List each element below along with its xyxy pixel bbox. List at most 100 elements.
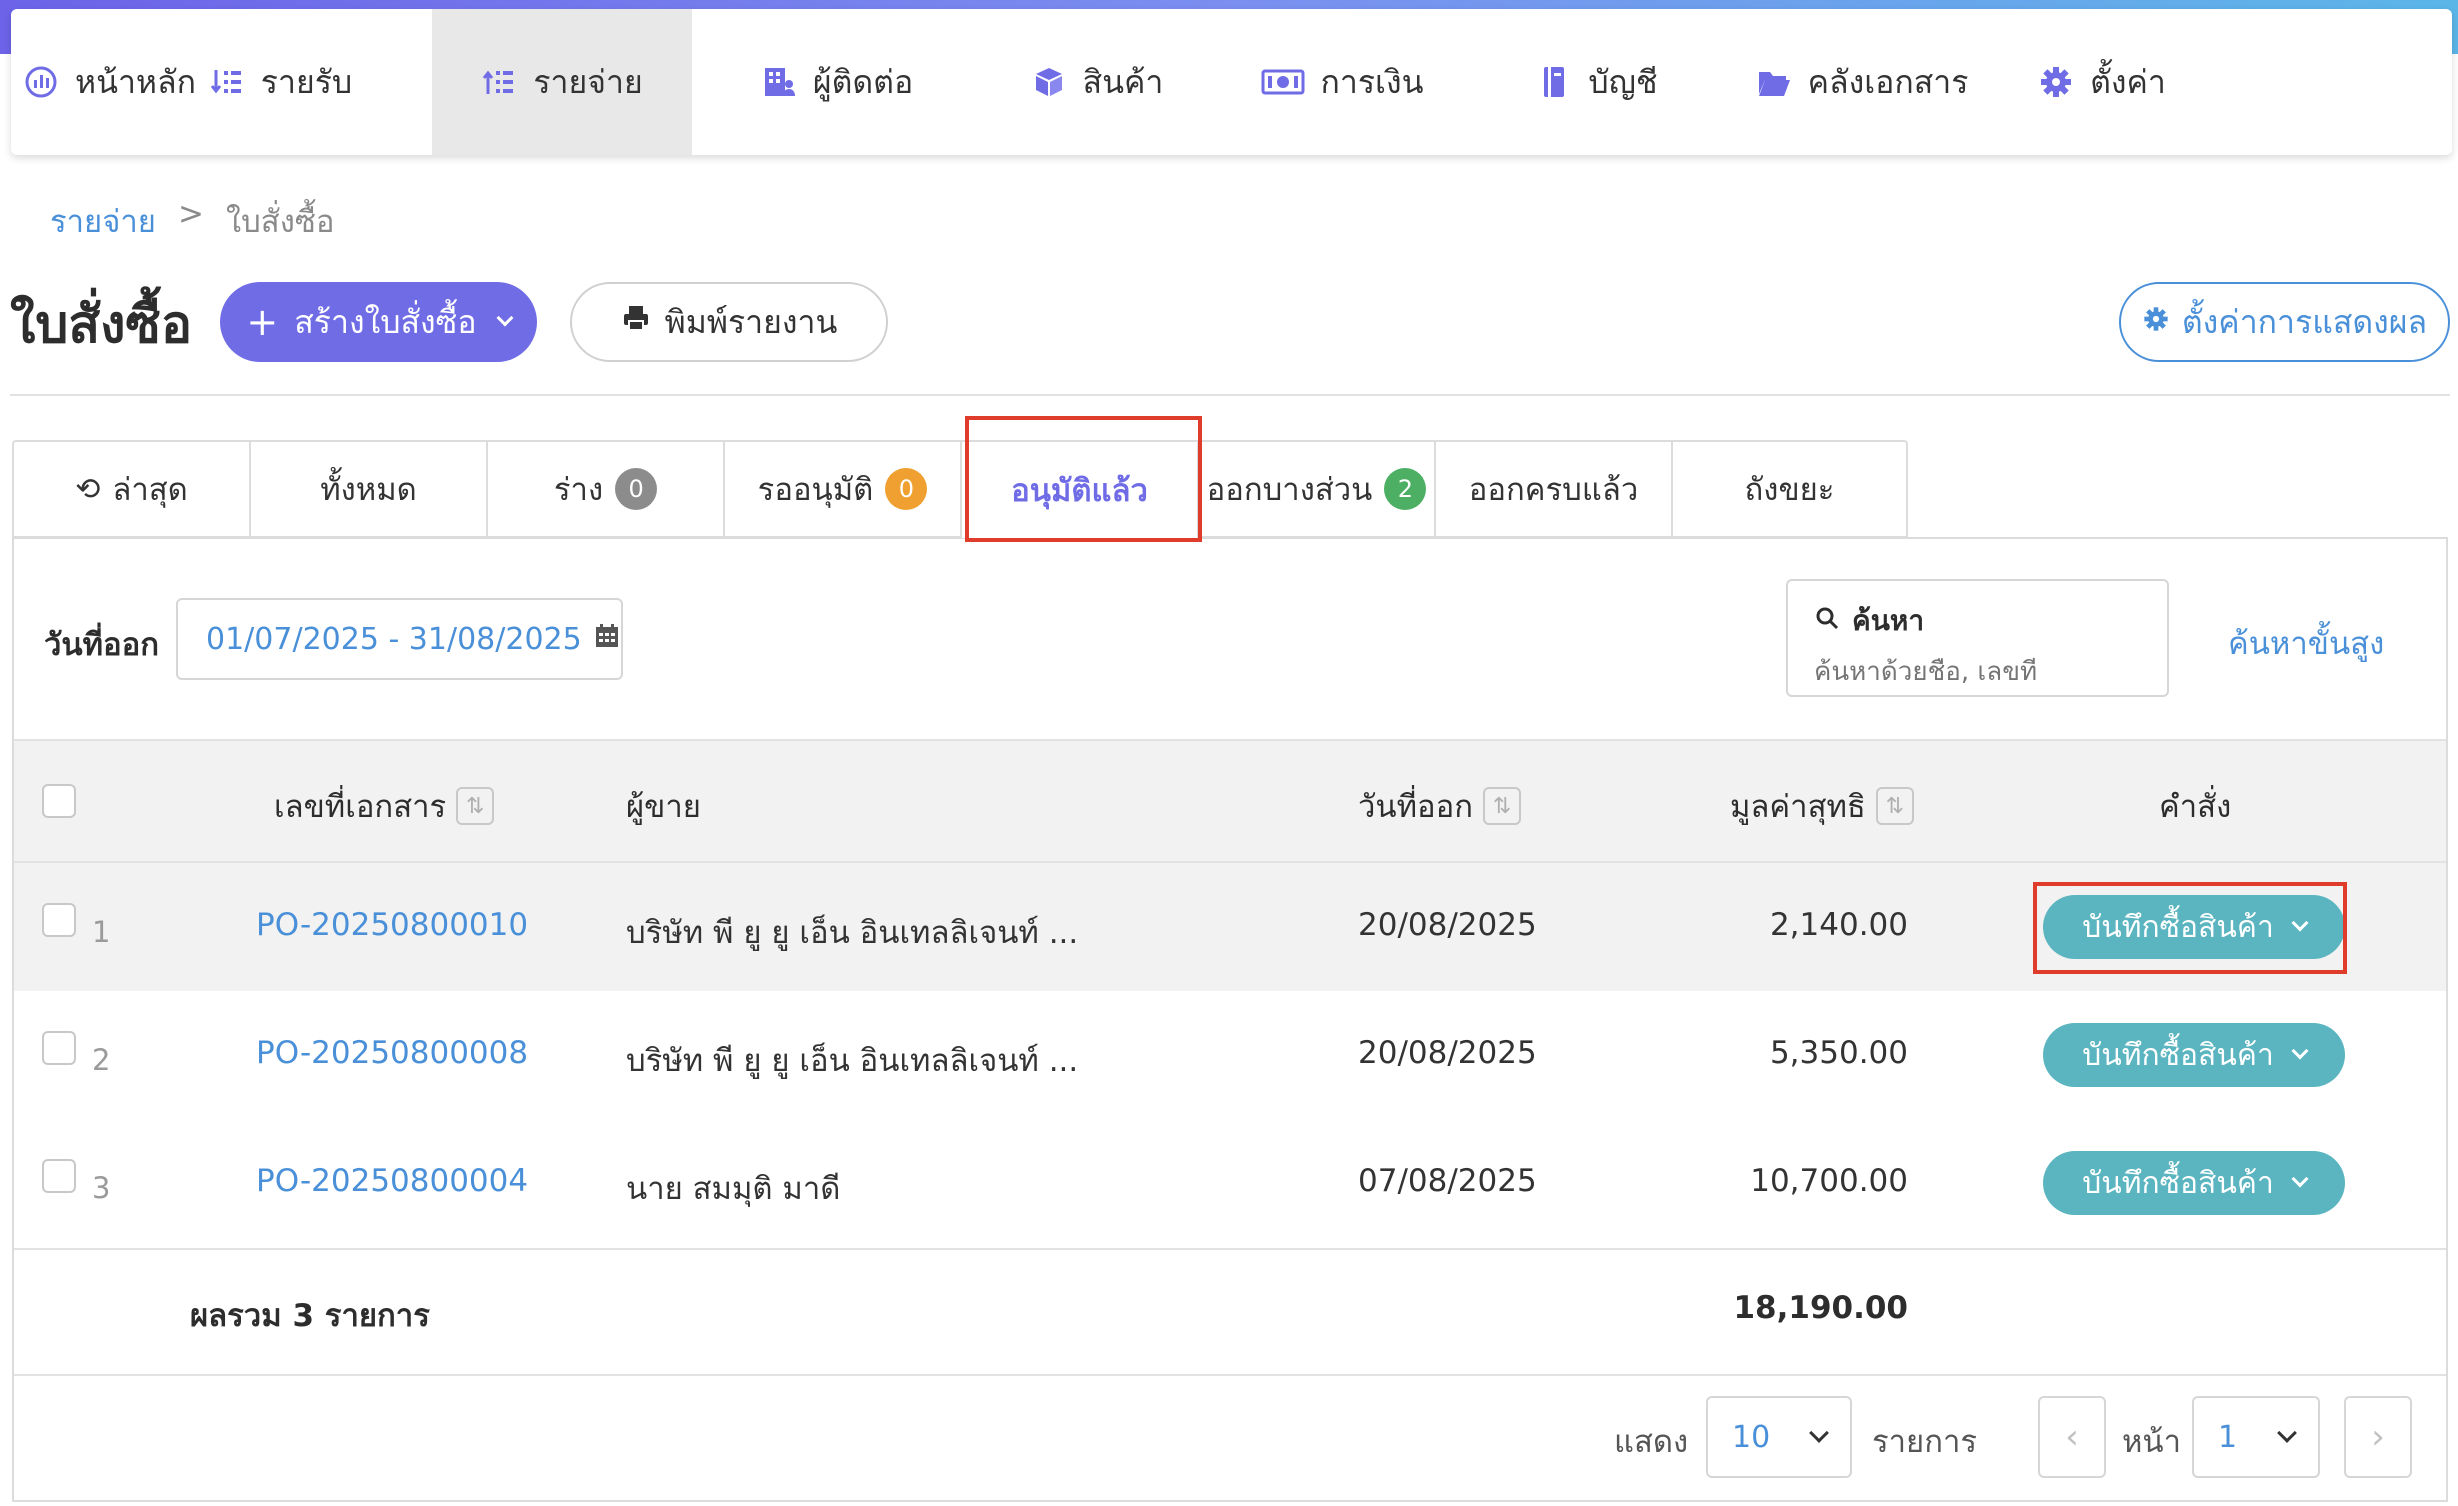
- table-row[interactable]: 2 PO-20250800008 บริษัท พี ยู ยู เอ็น อิ…: [14, 991, 2446, 1119]
- nav-item-label: การเงิน: [1320, 62, 1424, 101]
- search-icon: [1814, 605, 1840, 638]
- column-header-net-value[interactable]: มูลค่าสุทธิ ⇅: [1730, 781, 1914, 831]
- chevron-down-icon: [2291, 1042, 2309, 1060]
- expense-list-icon: [481, 64, 517, 100]
- page-size-value: 10: [1732, 1419, 1771, 1455]
- issue-date: 20/08/2025: [1358, 907, 1537, 943]
- search-label: ค้นหา: [1852, 604, 1925, 637]
- sort-icon[interactable]: ⇅: [456, 787, 495, 825]
- nav-item-documents[interactable]: คลังเอกสาร: [1722, 9, 2002, 155]
- items-label: รายการ: [1872, 1424, 1978, 1460]
- tab-label: ออกครบแล้ว: [1468, 472, 1639, 508]
- column-label: วันที่ออก: [1358, 789, 1474, 825]
- print-report-button[interactable]: พิมพ์รายงาน: [570, 282, 888, 362]
- tab-label: อนุมัติแล้ว: [1011, 473, 1148, 509]
- nav-item-contacts[interactable]: ผู้ติดต่อ: [692, 9, 982, 155]
- column-header-vendor: ผู้ขาย: [626, 781, 701, 831]
- tab-label: ถังขยะ: [1744, 472, 1835, 508]
- record-purchase-label: บันทึกซื้อสินค้า: [2082, 909, 2274, 945]
- tab-label: รออนุมัติ: [757, 472, 874, 508]
- prev-page-button[interactable]: ‹: [2038, 1396, 2106, 1478]
- table-row[interactable]: 1 PO-20250800010 บริษัท พี ยู ยู เอ็น อิ…: [14, 863, 2446, 991]
- search-box: ค้นหา: [1786, 579, 2169, 697]
- advanced-search-link[interactable]: ค้นหาขั้นสูง: [2228, 618, 2384, 668]
- table-header: เลขที่เอกสาร ⇅ ผู้ขาย วันที่ออก ⇅ มูลค่า…: [14, 739, 2446, 863]
- folder-open-icon: [1756, 64, 1792, 100]
- breadcrumb-current: ใบสั่งซื้อ: [225, 204, 335, 240]
- nav-item-home[interactable]: หน้าหลัก: [11, 9, 208, 155]
- net-value: 2,140.00: [1769, 907, 1908, 943]
- search-input[interactable]: [1814, 657, 2144, 687]
- header-divider: [10, 394, 2450, 396]
- nav-item-label: รายจ่าย: [533, 62, 643, 101]
- ledger-book-icon: [1536, 64, 1572, 100]
- sort-icon[interactable]: ⇅: [1483, 787, 1522, 825]
- tab-fully-issued[interactable]: ออกครบแล้ว: [1434, 440, 1671, 538]
- tab-approved[interactable]: อนุมัติแล้ว: [960, 440, 1197, 538]
- nav-item-expense[interactable]: รายจ่าย: [432, 9, 692, 155]
- doc-no-link[interactable]: PO-20250800008: [256, 1035, 528, 1071]
- search-label-row: ค้นหา: [1814, 599, 2141, 643]
- count-badge: 0: [885, 468, 928, 510]
- record-purchase-button[interactable]: บันทึกซื้อสินค้า: [2043, 1023, 2345, 1087]
- nav-item-finance[interactable]: การเงิน: [1212, 9, 1472, 155]
- nav-item-settings[interactable]: ตั้งค่า: [2002, 9, 2202, 155]
- create-po-button[interactable]: + สร้างใบสั่งซื้อ: [220, 282, 537, 362]
- tab-label: ร่าง: [553, 472, 604, 508]
- row-index: 3: [92, 1171, 111, 1205]
- doc-no-link[interactable]: PO-20250800004: [256, 1163, 528, 1199]
- tab-partially-issued[interactable]: ออกบางส่วน 2: [1197, 440, 1434, 538]
- gear-icon: [2142, 303, 2170, 341]
- vendor-name: บริษัท พี ยู ยู เอ็น อินเทลลิเจนท์ ...: [626, 915, 1079, 951]
- date-range-picker[interactable]: 01/07/2025 - 31/08/2025: [176, 598, 623, 680]
- row-checkbox[interactable]: [42, 1031, 76, 1065]
- page-select[interactable]: 1: [2192, 1396, 2320, 1478]
- history-icon: ⟲: [75, 471, 101, 507]
- chevron-down-icon: [2291, 1170, 2309, 1188]
- sort-icon[interactable]: ⇅: [1875, 787, 1914, 825]
- record-purchase-button[interactable]: บันทึกซื้อสินค้า: [2043, 1151, 2345, 1215]
- total-value: 18,190.00: [1733, 1290, 1908, 1326]
- main-navbar: หน้าหลัก รายรับ รายจ่าย ผู้ติดต่อ สินค้า…: [11, 9, 2452, 155]
- table-row[interactable]: 3 PO-20250800004 นาย สมมุติ มาดี 07/08/2…: [14, 1119, 2446, 1247]
- tab-draft[interactable]: ร่าง 0: [486, 440, 723, 538]
- breadcrumb-parent-link[interactable]: รายจ่าย: [50, 196, 156, 246]
- row-checkbox[interactable]: [42, 1159, 76, 1193]
- plus-icon: +: [246, 300, 279, 344]
- status-tabs: ⟲ ล่าสุด ทั้งหมด ร่าง 0 รออนุมัติ 0 อนุม…: [12, 440, 1908, 538]
- nav-item-accounting[interactable]: บัญชี: [1472, 9, 1722, 155]
- select-all-checkbox[interactable]: [42, 784, 76, 818]
- column-header-issue-date[interactable]: วันที่ออก ⇅: [1358, 781, 1522, 831]
- issue-date: 20/08/2025: [1358, 1035, 1537, 1071]
- display-settings-button[interactable]: ตั้งค่าการแสดงผล: [2119, 282, 2450, 362]
- column-header-action: คำสั่ง: [2159, 781, 2231, 831]
- tab-all[interactable]: ทั้งหมด: [249, 440, 486, 538]
- doc-no-link[interactable]: PO-20250800010: [256, 907, 528, 943]
- record-purchase-button[interactable]: บันทึกซื้อสินค้า: [2043, 895, 2345, 959]
- tab-latest[interactable]: ⟲ ล่าสุด: [12, 440, 249, 538]
- tab-pending-approval[interactable]: รออนุมัติ 0: [723, 440, 960, 538]
- page-size-select[interactable]: 10: [1706, 1396, 1852, 1478]
- chevron-right-icon: ›: [2371, 1417, 2385, 1457]
- dashboard-icon: [23, 64, 59, 100]
- total-divider: [160, 1248, 2446, 1250]
- nav-item-label: รายรับ: [260, 62, 353, 101]
- column-header-doc-no[interactable]: เลขที่เอกสาร ⇅: [274, 781, 495, 831]
- page-size-label: แสดง: [1614, 1424, 1689, 1460]
- issue-date: 07/08/2025: [1358, 1163, 1537, 1199]
- net-value: 10,700.00: [1750, 1163, 1908, 1199]
- chevron-down-icon: [496, 309, 514, 327]
- nav-item-income[interactable]: รายรับ: [208, 9, 353, 155]
- next-page-button[interactable]: ›: [2344, 1396, 2412, 1478]
- nav-item-products[interactable]: สินค้า: [982, 9, 1212, 155]
- net-value: 5,350.00: [1769, 1035, 1908, 1071]
- page-label: หน้า: [2122, 1424, 2182, 1460]
- nav-item-label: คลังเอกสาร: [1807, 62, 1969, 101]
- gear-icon: [2038, 64, 2074, 100]
- record-purchase-label: บันทึกซื้อสินค้า: [2082, 1037, 2274, 1073]
- chevron-left-icon: ‹: [2065, 1417, 2079, 1457]
- nav-item-label: ผู้ติดต่อ: [812, 62, 914, 101]
- calendar-icon: [594, 622, 620, 657]
- row-checkbox[interactable]: [42, 903, 76, 937]
- tab-trash[interactable]: ถังขยะ: [1671, 440, 1908, 538]
